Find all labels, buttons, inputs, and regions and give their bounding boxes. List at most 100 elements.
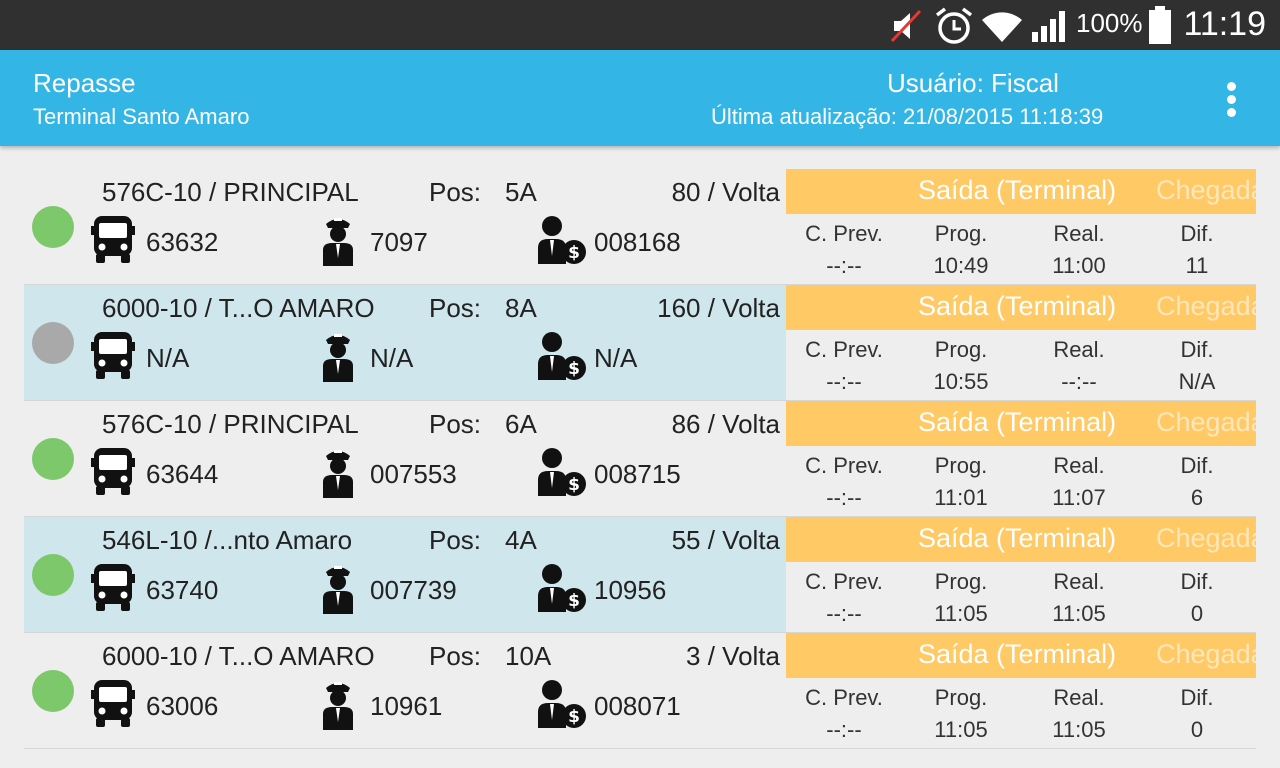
pos-value: 10A [505, 641, 552, 671]
dif-value: 0 [1190, 717, 1204, 742]
departure-header: Saída (Terminal) [918, 523, 1117, 553]
pos-label: Pos: [429, 293, 482, 323]
list-item[interactable]: 6000-10 / T...O AMARO Pos: 8A 160 / Volt… [24, 285, 1256, 401]
status-indicator [32, 554, 74, 596]
departure-header: Saída (Terminal) [918, 639, 1117, 669]
col-prog-label: Prog. [934, 453, 988, 478]
action-bar: Repasse Terminal Santo Amaro Usuário: Fi… [0, 50, 1280, 146]
col-prog-label: Prog. [934, 221, 988, 246]
prev-time: --:-- [826, 601, 862, 626]
schedule-panel: Saída (Terminal) Chegada C. Prev. Prog. … [786, 169, 1256, 284]
driver-icon [323, 450, 353, 498]
terminal-name: Terminal Santo Amaro [33, 104, 250, 129]
col-dif-label: Dif. [1180, 685, 1214, 710]
real-time: 11:07 [1052, 485, 1106, 510]
prog-time: 10:55 [933, 369, 989, 394]
route-label: 576C-10 / PRINCIPAL [102, 177, 359, 207]
driver-number: N/A [370, 343, 414, 373]
page-title: Repasse [33, 68, 136, 98]
panel-header: Saída (Terminal) Chegada [786, 401, 1256, 446]
arrival-header: Chegada [1156, 407, 1256, 437]
status-indicator [32, 206, 74, 248]
mute-icon [890, 9, 922, 43]
schedule-panel: Saída (Terminal) Chegada C. Prev. Prog. … [786, 401, 1256, 516]
col-prev-label: C. Prev. [805, 337, 883, 362]
real-time: 11:00 [1052, 253, 1106, 278]
battery-icon [1149, 6, 1171, 44]
list-item[interactable]: 546L-10 /...nto Amaro Pos: 4A 55 / Volta… [24, 517, 1256, 633]
arrival-header: Chegada [1156, 291, 1256, 321]
driver-icon [323, 334, 353, 382]
collector-icon: $ [538, 216, 586, 264]
prog-time: 11:05 [934, 601, 988, 626]
pos-value: 8A [505, 293, 537, 323]
departure-header: Saída (Terminal) [918, 407, 1117, 437]
driver-icon [323, 682, 353, 730]
arrival-header: Chegada [1156, 523, 1256, 553]
svg-text:$: $ [568, 243, 580, 263]
col-prev-label: C. Prev. [805, 685, 883, 710]
route-label: 6000-10 / T...O AMARO [102, 641, 375, 671]
dif-value: 6 [1190, 485, 1204, 510]
pos-label: Pos: [429, 409, 482, 439]
prev-time: --:-- [826, 369, 862, 394]
collector-number: 10956 [594, 575, 667, 605]
col-prev-label: C. Prev. [805, 569, 883, 594]
bus-icon [91, 332, 135, 379]
svg-text:$: $ [568, 475, 580, 495]
svg-text:$: $ [568, 359, 580, 379]
status-indicator [32, 322, 74, 364]
last-update-label: Última atualização: 21/08/2015 11:18:39 [711, 104, 1104, 129]
trip-label: 160 / Volta [657, 293, 780, 323]
arrival-header: Chegada [1156, 175, 1256, 205]
collector-icon: $ [538, 680, 586, 728]
pos-label: Pos: [429, 641, 482, 671]
trip-label: 86 / Volta [671, 409, 780, 439]
driver-number: 7097 [370, 227, 428, 257]
col-dif-label: Dif. [1180, 453, 1214, 478]
user-label: Usuário: Fiscal [887, 68, 1059, 98]
overflow-menu-icon[interactable] [1216, 78, 1248, 122]
alarm-icon [935, 7, 973, 44]
departures-list: 576C-10 / PRINCIPAL Pos: 5A 80 / Volta 6… [24, 169, 1256, 749]
clock: 11:19 [1183, 5, 1266, 43]
prog-time: 11:01 [934, 485, 988, 510]
bus-number: N/A [146, 343, 190, 373]
trip-label: 80 / Volta [671, 177, 780, 207]
collector-number: 008168 [594, 227, 681, 257]
battery-percent: 100% [1076, 8, 1143, 38]
panel-header: Saída (Terminal) Chegada [786, 285, 1256, 330]
driver-number: 007553 [370, 459, 457, 489]
bus-number: 63740 [146, 575, 219, 605]
col-real-label: Real. [1053, 337, 1105, 362]
wifi-icon [982, 12, 1022, 42]
dif-value: N/A [1178, 369, 1216, 394]
bus-icon [91, 564, 135, 611]
route-label: 576C-10 / PRINCIPAL [102, 409, 359, 439]
bus-icon [91, 216, 135, 263]
trip-label: 3 / Volta [686, 641, 780, 671]
status-indicator [32, 670, 74, 712]
trip-label: 55 / Volta [671, 525, 780, 555]
departure-header: Saída (Terminal) [918, 291, 1117, 321]
prog-time: 11:05 [934, 717, 988, 742]
list-item[interactable]: 576C-10 / PRINCIPAL Pos: 6A 86 / Volta 6… [24, 401, 1256, 517]
svg-text:$: $ [568, 707, 580, 727]
schedule-panel: Saída (Terminal) Chegada C. Prev. Prog. … [786, 285, 1256, 400]
list-item[interactable]: 6000-10 / T...O AMARO Pos: 10A 3 / Volta… [24, 633, 1256, 749]
schedule-panel: Saída (Terminal) Chegada C. Prev. Prog. … [786, 633, 1256, 748]
pos-label: Pos: [429, 177, 482, 207]
driver-icon [323, 566, 353, 614]
col-prog-label: Prog. [934, 337, 988, 362]
list-item[interactable]: 576C-10 / PRINCIPAL Pos: 5A 80 / Volta 6… [24, 169, 1256, 285]
departure-header: Saída (Terminal) [918, 175, 1117, 205]
schedule-panel: Saída (Terminal) Chegada C. Prev. Prog. … [786, 517, 1256, 632]
col-prog-label: Prog. [934, 685, 988, 710]
prog-time: 10:49 [933, 253, 989, 278]
panel-header: Saída (Terminal) Chegada [786, 169, 1256, 214]
col-dif-label: Dif. [1180, 569, 1214, 594]
arrival-header: Chegada [1156, 639, 1256, 669]
col-dif-label: Dif. [1180, 337, 1214, 362]
pos-value: 6A [505, 409, 537, 439]
collector-icon: $ [538, 332, 586, 380]
